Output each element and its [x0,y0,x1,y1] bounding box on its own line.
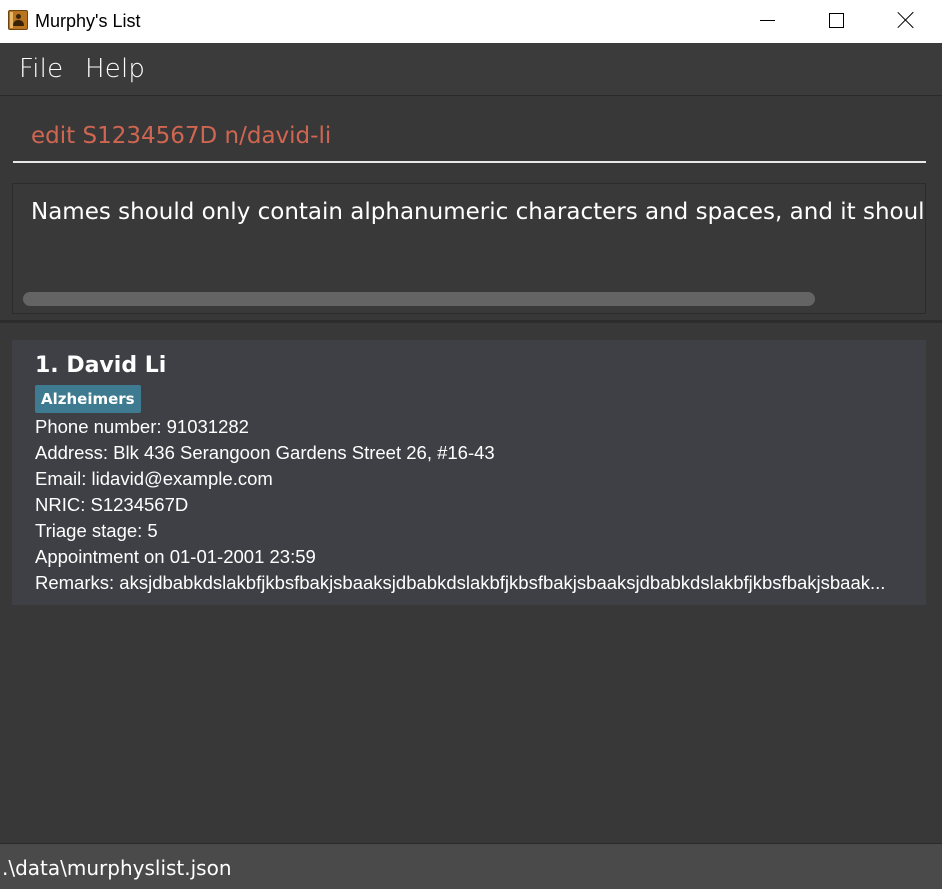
contact-book-icon [8,10,28,30]
person-name: 1. David Li [35,353,167,378]
phone-field: Phone number: 91031282 [35,416,249,437]
menu-file[interactable]: File [19,54,63,84]
result-display: Names should only contain alphanumeric c… [12,183,926,314]
app-body: File Help Names should only contain alph… [0,43,942,889]
minimize-button[interactable] [744,0,790,43]
minimize-icon [760,20,775,21]
person-list-panel: 1. David Li Alzheimers Phone number: 910… [0,324,942,842]
menu-bar: File Help [0,43,942,96]
title-bar: Murphy's List [0,0,942,43]
horizontal-scrollbar[interactable] [23,292,915,306]
menu-help[interactable]: Help [85,54,145,84]
close-button[interactable] [882,0,928,43]
result-message: Names should only contain alphanumeric c… [31,199,926,225]
triage-field: Triage stage: 5 [35,520,158,541]
tag-badge: Alzheimers [35,385,141,413]
email-field: Email: lidavid@example.com [35,468,273,489]
command-input[interactable] [13,111,926,163]
person-card[interactable]: 1. David Li Alzheimers Phone number: 910… [12,340,926,605]
appointment-field: Appointment on 01-01-2001 23:59 [35,546,316,567]
save-location: .\data\murphyslist.json [2,856,232,880]
window-title: Murphy's List [35,11,141,31]
close-icon [896,9,916,29]
status-bar: .\data\murphyslist.json [0,843,942,889]
maximize-button[interactable] [813,0,859,43]
divider [0,320,942,323]
command-box [0,97,942,177]
remarks-field: Remarks: aksjdbabkdslakbfjkbsfbakjsbaaks… [35,572,886,593]
nric-field: NRIC: S1234567D [35,494,189,515]
maximize-icon [829,13,844,28]
scrollbar-thumb[interactable] [23,292,815,306]
address-field: Address: Blk 436 Serangoon Gardens Stree… [35,442,495,463]
